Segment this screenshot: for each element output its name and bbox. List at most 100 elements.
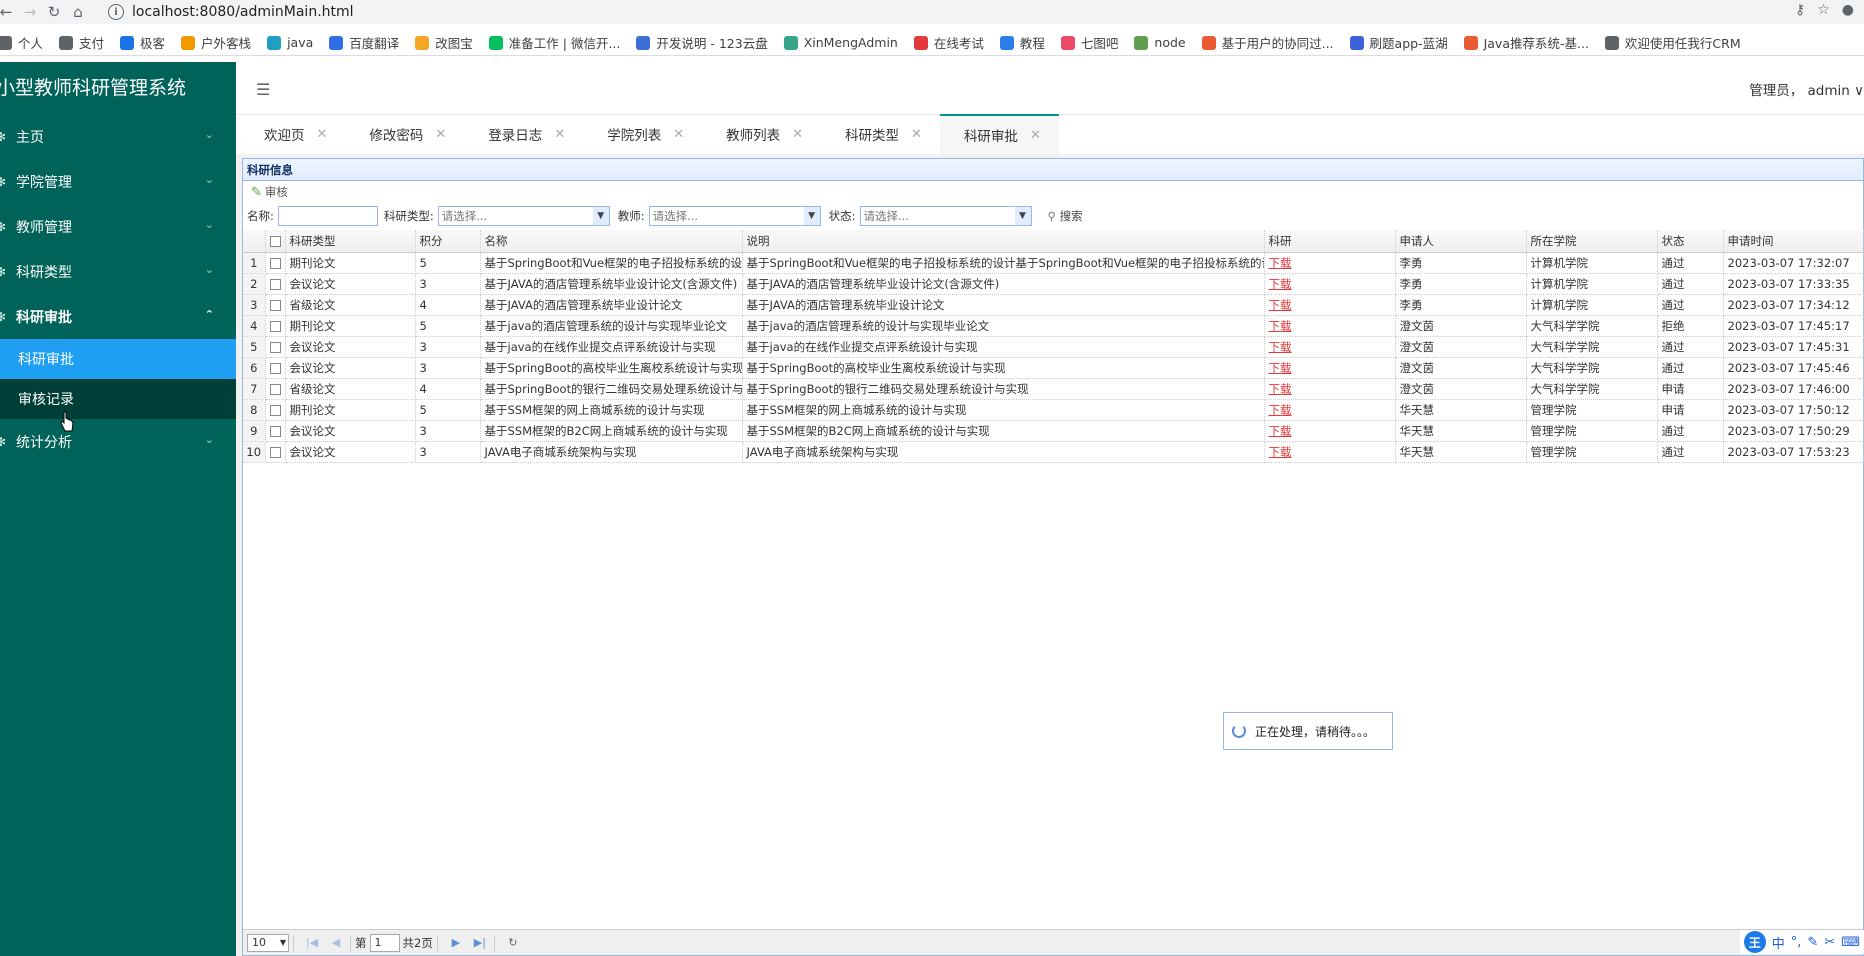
download-link[interactable]: 下载 (1269, 445, 1292, 459)
column-header[interactable]: 科研类型 (285, 230, 416, 253)
home-icon[interactable]: ⌂ (66, 2, 90, 22)
column-header[interactable]: 科研 (1264, 230, 1396, 253)
row-checkbox[interactable] (265, 420, 286, 442)
table-row[interactable]: 2 会议论文 3 基于JAVA的酒店管理系统毕业设计论文(含源文件) 基于JAVA的酒店… (243, 273, 1864, 295)
table-row[interactable]: 9 会议论文 3 基于SSM框架的B2C网上商城系统的设计与实现 基于SSM框架的B2C… (243, 420, 1864, 442)
tab-item[interactable]: 科研类型 ✕ (821, 114, 940, 154)
scissors-icon[interactable]: ✂ (1824, 935, 1835, 950)
download-link[interactable]: 下载 (1269, 340, 1292, 354)
sub-item-audit-records[interactable]: 审核记录 (0, 379, 236, 419)
bookmark-item[interactable]: XinMengAdmin (783, 35, 898, 50)
ime-logo[interactable]: 王 (1743, 931, 1766, 953)
type-select[interactable]: 请选择... ▼ (437, 206, 610, 226)
select-all-checkbox[interactable] (265, 230, 286, 253)
chevron-down-icon[interactable]: ▼ (592, 207, 609, 225)
close-icon[interactable]: ✕ (317, 127, 328, 142)
close-icon[interactable]: ✕ (792, 127, 803, 142)
search-button[interactable]: ⚲ 搜索 (1048, 208, 1083, 224)
table-row[interactable]: 5 会议论文 3 基于java的在线作业提交点评系统设计与实现 基于java的在线作业提… (243, 336, 1864, 358)
row-checkbox[interactable] (265, 399, 286, 421)
keyboard-icon[interactable]: ⌨ (1841, 935, 1860, 950)
column-header[interactable]: 积分 (415, 230, 481, 253)
download-link[interactable]: 下载 (1269, 277, 1292, 291)
star-icon[interactable]: ☆ (1817, 2, 1830, 18)
column-header[interactable]: 所在学院 (1526, 230, 1658, 253)
row-checkbox[interactable] (265, 273, 286, 295)
pen-icon[interactable]: ✎ (1807, 935, 1818, 950)
close-icon[interactable]: ✕ (554, 127, 565, 142)
next-page-icon[interactable]: ▶ (446, 936, 466, 949)
download-link[interactable]: 下载 (1269, 382, 1292, 396)
column-header[interactable]: 申请人 (1395, 230, 1527, 253)
column-header[interactable]: 申请时间 (1723, 230, 1864, 253)
bookmark-item[interactable]: 户外客栈 (181, 33, 251, 52)
bookmark-item[interactable]: 改图宝 (415, 33, 473, 52)
row-checkbox[interactable] (265, 315, 286, 337)
row-checkbox[interactable] (265, 336, 286, 358)
page-number-input[interactable]: 1 (369, 933, 400, 952)
user-menu[interactable]: 管理员， admin ∨ (1749, 79, 1864, 99)
sub-item-research-approval[interactable]: 科研审批 (0, 339, 236, 379)
row-checkbox[interactable] (265, 294, 286, 316)
tab-item[interactable]: 学院列表 ✕ (583, 114, 702, 154)
close-icon[interactable]: ✕ (911, 127, 922, 142)
forward-icon[interactable]: → (18, 2, 42, 22)
last-page-icon[interactable]: ▶| (470, 936, 490, 949)
tab-item[interactable]: 修改密码 ✕ (345, 114, 464, 154)
chevron-down-icon[interactable]: ▼ (803, 207, 820, 225)
punctuation-icon[interactable]: °, (1791, 935, 1802, 950)
bookmark-item[interactable]: 欢迎使用任我行CRM (1604, 33, 1741, 52)
chevron-down-icon[interactable]: ▼ (1014, 207, 1031, 225)
download-link[interactable]: 下载 (1269, 403, 1292, 417)
menu-item-research-approval[interactable]: ✻ 科研审批 ⌃ (0, 294, 236, 339)
menu-item-college[interactable]: ✻ 学院管理 ⌄ (0, 159, 236, 204)
tab-item[interactable]: 科研审批 ✕ (939, 114, 1059, 154)
bookmark-item[interactable]: 支付 (59, 33, 104, 52)
column-header[interactable]: 状态 (1657, 230, 1724, 253)
bookmark-item[interactable]: 刷题app-蓝湖 (1349, 33, 1448, 52)
reload-icon[interactable]: ↻ (42, 2, 66, 22)
row-checkbox[interactable] (265, 378, 286, 400)
download-link[interactable]: 下载 (1269, 256, 1292, 270)
bookmark-item[interactable]: node (1134, 35, 1186, 50)
table-row[interactable]: 6 会议论文 3 基于SpringBoot的高校毕业生离校系统设计与实现 基于Sprin… (243, 357, 1864, 379)
row-checkbox[interactable] (265, 441, 286, 463)
download-link[interactable]: 下载 (1269, 424, 1292, 438)
row-checkbox[interactable] (265, 357, 286, 379)
table-row[interactable]: 3 省级论文 4 基于JAVA的酒店管理系统毕业设计论文 基于JAVA的酒店管理系统毕业… (243, 294, 1864, 316)
teacher-select[interactable]: 请选择... ▼ (648, 206, 821, 226)
page-size-select[interactable]: 10 ▼ (247, 933, 289, 952)
status-select[interactable]: 请选择... ▼ (859, 206, 1032, 226)
table-row[interactable]: 8 期刊论文 5 基于SSM框架的网上商城系统的设计与实现 基于SSM框架的网上商城系统… (243, 399, 1864, 421)
row-checkbox[interactable] (265, 252, 286, 274)
ime-lang-toggle[interactable]: 中 (1772, 933, 1785, 952)
key-icon[interactable]: ⚷ (1795, 2, 1805, 18)
site-info-icon[interactable]: i (108, 4, 124, 20)
close-icon[interactable]: ✕ (435, 127, 446, 142)
bookmark-item[interactable]: Java推荐系统-基... (1463, 33, 1589, 52)
table-row[interactable]: 10 会议论文 3 JAVA电子商城系统架构与实现 JAVA电子商城系统架构与实现 下载华… (243, 441, 1864, 463)
close-icon[interactable]: ✕ (1030, 128, 1041, 143)
download-link[interactable]: 下载 (1269, 361, 1292, 375)
download-link[interactable]: 下载 (1269, 319, 1292, 333)
bookmark-item[interactable]: 七图吧 (1060, 33, 1118, 52)
bookmark-item[interactable]: 开发说明 - 123云盘 (636, 33, 768, 52)
url-field[interactable]: i localhost:8080/adminMain.html (108, 1, 354, 23)
bookmark-item[interactable]: 个人 (0, 33, 43, 52)
table-row[interactable]: 1 期刊论文 5 基于SpringBoot和Vue框架的电子招投标系统的设计 基于Spr… (243, 252, 1864, 274)
prev-page-icon[interactable]: ◀ (326, 936, 346, 949)
bookmark-item[interactable]: 基于用户的协同过... (1201, 33, 1334, 52)
audit-button[interactable]: 审核 (265, 184, 288, 200)
table-row[interactable]: 7 省级论文 4 基于SpringBoot的银行二维码交易处理系统设计与实现 基于Spr… (243, 378, 1864, 400)
profile-icon[interactable]: ● (1842, 2, 1854, 18)
bookmark-item[interactable]: 准备工作 | 微信开... (488, 33, 620, 52)
menu-item-statistics[interactable]: ✻ 统计分析 ⌄ (0, 419, 236, 464)
back-icon[interactable]: ← (0, 2, 18, 22)
sidebar-toggle-icon[interactable]: ☰ (256, 80, 270, 99)
bookmark-item[interactable]: 在线考试 (913, 33, 984, 52)
menu-item-home[interactable]: ✻ 主页 ⌄ (0, 114, 236, 159)
first-page-icon[interactable]: |◀ (302, 936, 322, 949)
name-input[interactable] (277, 206, 378, 226)
close-icon[interactable]: ✕ (673, 127, 684, 142)
tab-item[interactable]: 登录日志 ✕ (464, 114, 583, 154)
